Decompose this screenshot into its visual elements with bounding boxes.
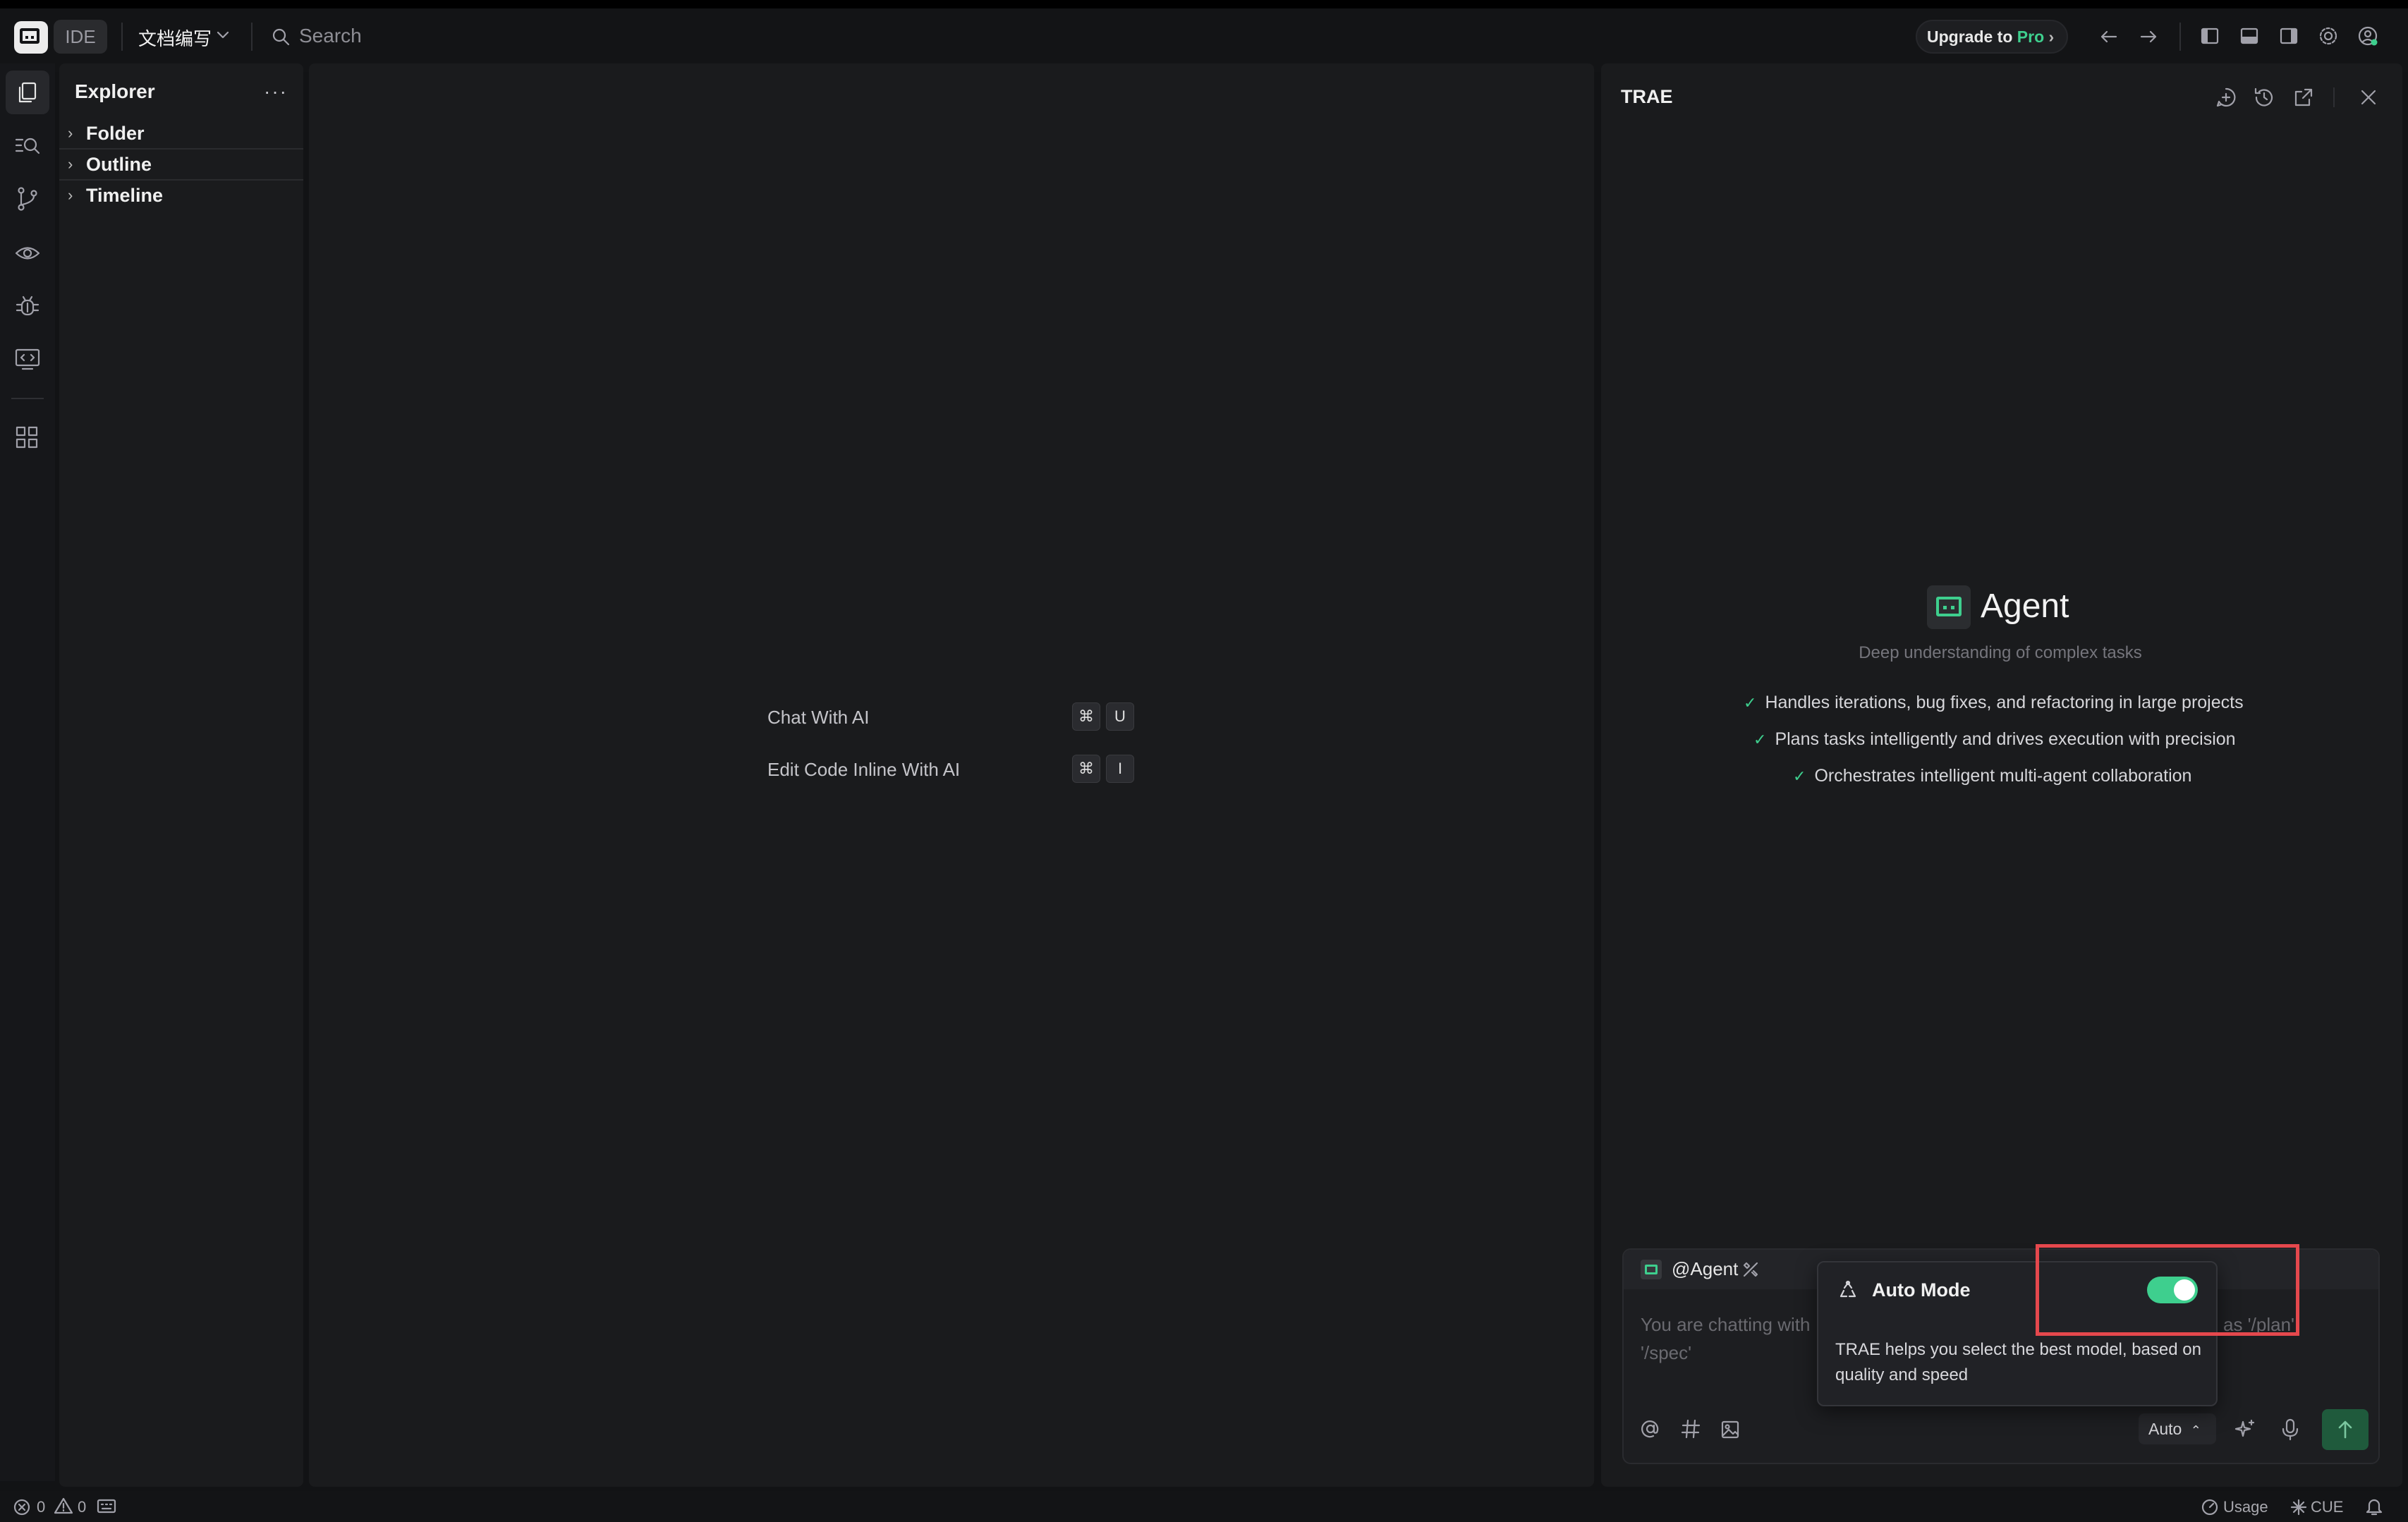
divider [121,23,123,51]
feature-item: ✓ Handles iterations, bug fixes, and refa… [1744,693,2244,712]
divider [59,179,303,181]
open-external-icon[interactable] [2292,86,2315,109]
hint-chat-with-ai: Chat With AI [767,707,870,728]
toggle-left-panel-icon[interactable] [2199,25,2220,47]
preview-eye-icon[interactable] [14,241,41,265]
chat-panel-title: TRAE [1621,86,1673,107]
sparkle-icon[interactable] [2233,1418,2257,1442]
agent-subtitle: Deep understanding of complex tasks [1859,643,2142,662]
model-selector[interactable]: Auto ⌃ [2139,1413,2216,1444]
new-chat-icon[interactable] [2215,86,2237,109]
divider [11,398,44,399]
search-icon [272,28,290,46]
source-control-icon[interactable] [16,186,39,212]
upgrade-button[interactable]: Upgrade to Pro › [1916,20,2068,54]
debug-bug-icon[interactable] [14,293,41,319]
mention-at-icon[interactable] [1639,1418,1662,1440]
workspace-name: 文档编写 [138,28,212,49]
highlight-box [2036,1244,2299,1336]
pro-label: Pro [2017,28,2045,46]
tree-item-outline[interactable]: Outline [86,154,152,176]
agent-logo-icon [1927,585,1971,629]
chevron-right-icon: › [68,186,73,204]
remote-explorer-icon[interactable] [14,347,41,371]
chevron-right-icon: › [68,155,73,173]
divider [2179,23,2181,51]
close-icon[interactable] [2359,87,2378,107]
status-bar [0,1491,2408,1522]
hash-icon[interactable] [1680,1418,1701,1440]
explorer-title: Explorer [75,80,155,102]
back-arrow-icon[interactable] [2098,25,2120,48]
warning-count[interactable]: 0 [78,1498,86,1516]
settings-gear-icon[interactable] [2318,25,2339,47]
auto-mode-title: Auto Mode [1872,1279,1971,1301]
shortcut-key-cmd: ⌘ [1072,702,1100,731]
ide-mode-button[interactable]: IDE [54,20,107,54]
hint-edit-inline: Edit Code Inline With AI [767,759,961,780]
explorer-panel [59,63,303,1487]
image-icon[interactable] [1720,1419,1741,1440]
chevron-up-icon: ⌃ [2190,1423,2201,1437]
check-icon: ✓ [1793,767,1806,785]
extensions-grid-icon[interactable] [14,425,39,450]
check-icon: ✓ [1753,731,1767,748]
more-actions-icon[interactable]: ··· [264,80,288,103]
forward-arrow-icon[interactable] [2137,25,2160,48]
trae-logo[interactable] [14,21,48,54]
divider [251,23,253,51]
placeholder-line2: '/spec' [1641,1342,1692,1363]
cue-label[interactable]: CUE [2311,1498,2343,1516]
tree-item-timeline[interactable]: Timeline [86,185,163,207]
microphone-icon[interactable] [2280,1418,2301,1442]
keyboard-icon[interactable] [96,1498,117,1515]
workspace-selector[interactable]: 文档编写 [138,25,212,51]
shortcut-key-i: I [1106,755,1134,783]
toggle-right-panel-icon[interactable] [2278,25,2299,47]
usage-label[interactable]: Usage [2223,1498,2268,1516]
send-button[interactable] [2322,1409,2369,1450]
check-icon: ✓ [1744,694,1757,712]
account-avatar-icon[interactable] [2357,25,2378,47]
feature-item: ✓ Plans tasks intelligently and drives ex… [1753,729,2236,749]
warning-icon[interactable] [54,1497,73,1515]
feature-item: ✓ Orchestrates intelligent multi-agent co… [1793,766,2192,786]
toggle-bottom-panel-icon[interactable] [2239,25,2260,47]
shortcut-key-cmd: ⌘ [1072,755,1100,783]
model-label: Auto [2148,1420,2182,1438]
chevron-right-icon: › [68,124,73,142]
chevron-down-icon [217,31,229,39]
error-icon[interactable] [13,1498,31,1516]
agent-mini-icon [1641,1260,1662,1279]
history-icon[interactable] [2253,86,2275,109]
upgrade-label: Upgrade to [1927,28,2013,46]
agent-title: Agent [1981,588,2069,625]
search-input[interactable]: Search [299,25,362,47]
usage-icon[interactable] [2201,1498,2219,1516]
search-files-icon[interactable] [14,134,41,158]
tree-item-folder[interactable]: Folder [86,123,145,145]
arrow-up-icon [2338,1420,2352,1439]
auto-mode-icon [1840,1280,1856,1298]
notification-bell-icon[interactable] [2364,1497,2384,1516]
cue-sparkle-icon[interactable] [2290,1498,2308,1516]
divider [2333,87,2335,107]
error-count[interactable]: 0 [37,1498,45,1516]
activity-bar [0,63,55,1481]
divider [59,148,303,150]
shortcut-key-u: U [1106,702,1134,731]
explorer-files-icon[interactable] [16,80,39,104]
placeholder-left: You are chatting with [1641,1314,1811,1335]
auto-mode-description: TRAE helps you select the best model, ba… [1835,1340,2201,1384]
agent-mention-tag[interactable]: @Agent [1672,1258,1738,1280]
tools-icon[interactable] [1741,1260,1761,1279]
